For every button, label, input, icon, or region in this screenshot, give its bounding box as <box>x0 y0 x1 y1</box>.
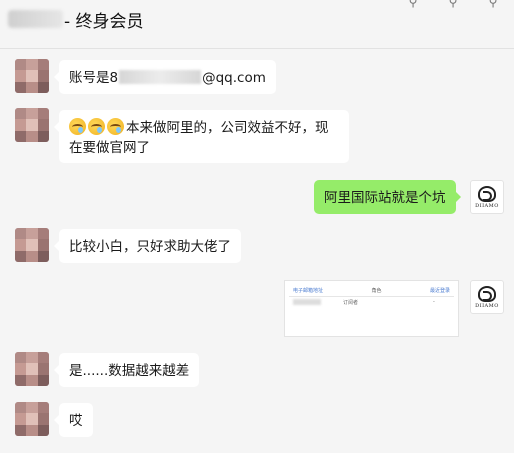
contact-avatar[interactable] <box>15 402 49 436</box>
self-avatar[interactable]: DIIAMO <box>470 180 504 214</box>
message-text: 阿里国际站就是个坑 <box>324 190 446 206</box>
divider <box>289 296 454 297</box>
crying-laughing-emoji-icon <box>88 118 105 135</box>
crying-laughing-emoji-icon <box>69 118 86 135</box>
maximize-icon[interactable]: ⚲ <box>486 0 500 8</box>
message-text: 账号是8 <box>69 70 119 86</box>
screenshot-col-email: 电子邮箱地址 <box>293 288 324 294</box>
screenshot-col-last-login: 最近登录 <box>429 288 450 294</box>
screenshot-header-row: 电子邮箱地址 角色 最近登录 <box>293 287 450 295</box>
blurred-email-cell <box>293 299 321 305</box>
message-text: 比较小白，只好求助大佬了 <box>69 239 231 255</box>
contact-avatar[interactable] <box>15 228 49 262</box>
message-text: 在要做官网了 <box>69 140 150 156</box>
logo-icon <box>478 285 496 302</box>
self-avatar[interactable]: DIIAMO <box>470 280 504 314</box>
message-bubble-self[interactable]: 阿里国际站就是个坑 <box>314 180 460 214</box>
logo-text: DIIAMO <box>475 302 499 309</box>
crying-laughing-emoji-icon <box>107 118 124 135</box>
chat-header: - 终身会员 ⚲ ⚲ ⚲ <box>0 0 514 49</box>
message-bubble[interactable]: 账号是8 @qq.com <box>54 60 276 94</box>
window-controls: ⚲ ⚲ ⚲ <box>406 0 500 8</box>
logo-icon <box>478 185 496 202</box>
screenshot-col-role: 角色 <box>371 288 382 294</box>
message-text: 本来做阿里的，公司效益不好，现 <box>126 120 329 136</box>
message-text: @qq.com <box>202 70 266 86</box>
screenshot-role-value: 订阅者 <box>343 300 359 306</box>
image-message[interactable]: 电子邮箱地址 角色 最近登录 订阅者 - <box>284 280 459 337</box>
blurred-email <box>119 70 202 84</box>
minimize-icon[interactable]: ⚲ <box>446 0 460 8</box>
message-bubble[interactable]: 本来做阿里的，公司效益不好，现 在要做官网了 <box>54 110 349 163</box>
pin-icon[interactable]: ⚲ <box>406 0 420 8</box>
contact-avatar[interactable] <box>15 59 49 93</box>
chat-title: - 终身会员 <box>64 12 144 32</box>
contact-avatar[interactable] <box>15 108 49 142</box>
message-text: 哎 <box>69 413 83 429</box>
message-bubble[interactable]: 是......数据越来越差 <box>53 353 200 387</box>
screenshot-last-login-value: - <box>433 299 435 305</box>
message-text: 是......数据越来越差 <box>69 363 190 379</box>
blurred-contact-name <box>8 10 63 28</box>
logo-text: DIIAMO <box>475 202 499 209</box>
message-bubble[interactable]: 比较小白，只好求助大佬了 <box>54 229 241 263</box>
message-bubble[interactable]: 哎 <box>54 403 93 437</box>
contact-avatar[interactable] <box>15 352 49 386</box>
